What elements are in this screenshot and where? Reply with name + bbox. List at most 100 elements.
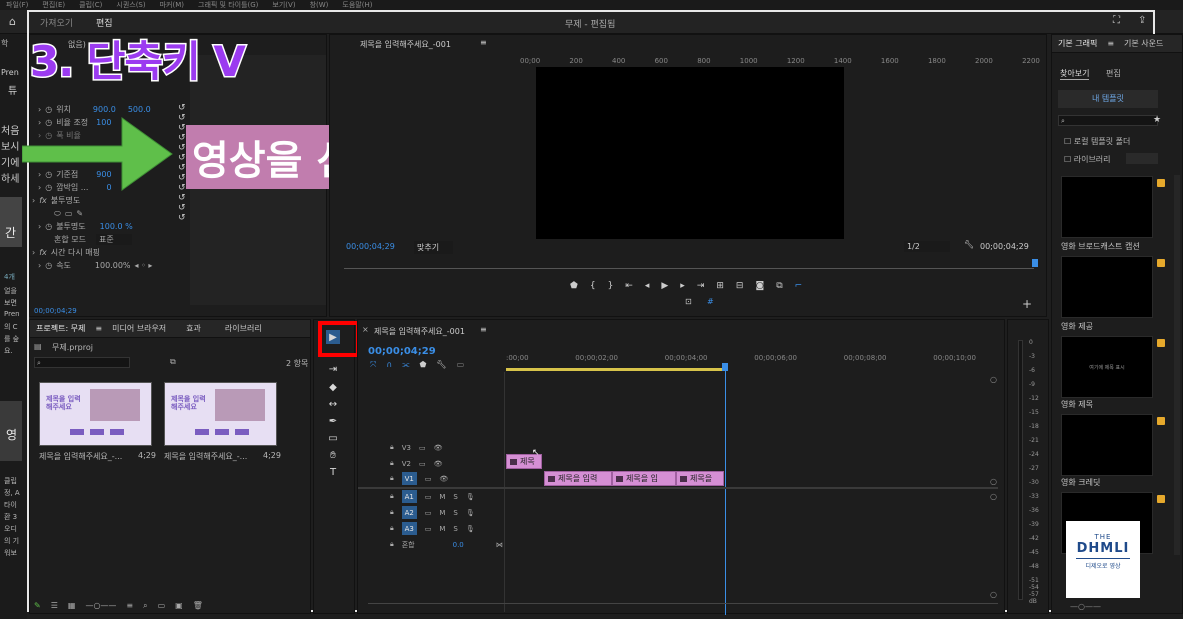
track-select-icon[interactable]: ⇥ — [326, 362, 340, 376]
tab-libraries[interactable]: 라이브러리 — [225, 323, 262, 334]
solo-button[interactable]: S — [453, 509, 457, 517]
close-tab-icon[interactable]: × — [362, 325, 369, 334]
new-bin-icon[interactable]: ▭ — [158, 601, 166, 611]
eye-icon[interactable]: 👁︎ — [434, 444, 443, 452]
tab-project[interactable]: 프로젝트: 무제 — [36, 323, 85, 334]
work-area-bar[interactable] — [506, 368, 724, 371]
v1-clip[interactable]: 제목을 입력 — [544, 471, 612, 486]
menu-item[interactable]: 창(W) — [310, 0, 329, 10]
vr-icon[interactable]: ⊡ — [685, 297, 692, 306]
menu-item[interactable]: 클립(C) — [79, 0, 102, 10]
project-thumbnail[interactable]: 제목을 입력해주세요 — [39, 382, 152, 446]
mark-in-icon[interactable]: { — [590, 281, 596, 291]
step-forward-icon[interactable]: ▸ — [680, 281, 685, 291]
wrench-icon[interactable]: 🔧︎ — [436, 360, 446, 370]
razor-tool-icon[interactable]: ◆ — [326, 380, 340, 394]
share-icon[interactable]: ⇪ — [1138, 15, 1146, 26]
tab-menu-icon[interactable]: ≡ — [480, 325, 487, 334]
lock-icon[interactable]: 🔒︎ — [390, 492, 394, 501]
project-search-input[interactable]: ⌕ — [34, 357, 130, 368]
pencil-icon[interactable]: ✎ — [34, 601, 41, 611]
lock-icon[interactable]: 🔒︎ — [390, 540, 394, 549]
step-back-icon[interactable]: ◂ — [645, 281, 650, 291]
sync-icon[interactable]: ▭ — [419, 444, 426, 452]
tab-menu-icon[interactable]: ≡ — [95, 324, 102, 333]
menu-item[interactable]: 마커(M) — [160, 0, 184, 10]
v1-clip[interactable]: 제목을 입 — [612, 471, 676, 486]
tile-size-slider[interactable]: —○—— — [1070, 602, 1101, 611]
lock-icon[interactable]: 🔒︎ — [390, 459, 394, 468]
template-thumbnail[interactable] — [1061, 176, 1153, 238]
snap-icon[interactable]: ∩ — [386, 360, 392, 370]
lock-icon[interactable]: 🔒︎ — [390, 443, 394, 452]
solo-button[interactable]: S — [453, 493, 457, 501]
lock-icon[interactable]: 🔒︎ — [390, 474, 394, 483]
opacity-value[interactable]: 100.0 % — [100, 222, 133, 231]
menu-item[interactable]: 도움말(H) — [342, 0, 372, 10]
sync-icon[interactable]: ▭ — [419, 460, 426, 468]
menu-item[interactable]: 보기(V) — [272, 0, 295, 10]
lock-icon[interactable]: 🔒︎ — [390, 524, 394, 533]
type-tool-icon[interactable]: T — [326, 465, 340, 479]
timeline-timecode[interactable]: 00;00;04;29 — [368, 346, 436, 357]
pen-mask-icon[interactable]: ✎ — [76, 209, 83, 218]
wrench-icon[interactable]: 🔧︎ — [964, 240, 974, 249]
library-dropdown[interactable] — [1126, 153, 1158, 164]
tab-essential-sound[interactable]: 기본 사운드 — [1124, 38, 1163, 49]
nest-icon[interactable]: ⤧ — [370, 360, 376, 370]
v1-target-button[interactable]: V1 — [401, 472, 417, 485]
add-button-icon[interactable]: + — [1022, 297, 1032, 311]
timeline-tab[interactable]: 제목을 입력해주세요_-001 — [374, 326, 465, 337]
menu-item[interactable]: 파일(F) — [6, 0, 28, 10]
camera-icon[interactable]: ◙ — [755, 281, 764, 291]
lock-icon[interactable]: 🔒︎ — [390, 508, 394, 517]
list-view-icon[interactable]: ☰ — [51, 601, 58, 611]
marker-icon[interactable]: ⬟ — [419, 360, 426, 370]
tab-media-browser[interactable]: 미디어 브라우저 — [112, 323, 166, 334]
mic-icon[interactable]: 🎙︎ — [466, 525, 475, 533]
scroll-handle[interactable]: ○ — [990, 477, 997, 486]
playhead-marker[interactable] — [1032, 259, 1038, 267]
grid-icon[interactable]: # — [707, 297, 714, 306]
play-icon[interactable]: ▶ — [661, 281, 668, 291]
hand-tool-icon[interactable]: ✋︎ — [326, 448, 340, 462]
mute-button[interactable]: M — [439, 493, 445, 501]
find-icon[interactable]: ⌕ — [143, 601, 147, 611]
go-out-icon[interactable]: ⇥ — [697, 281, 705, 291]
library-checkbox[interactable]: ☐ 라이브러리 — [1064, 154, 1111, 165]
reset-icon[interactable]: ↺ — [178, 213, 188, 223]
a1-target-button[interactable]: A1 — [401, 490, 417, 503]
ellipse-mask-icon[interactable]: ⬭ — [54, 209, 61, 219]
linked-icon[interactable]: ⫘ — [402, 360, 409, 370]
template-search-input[interactable]: ⌕ — [1058, 115, 1158, 126]
star-icon[interactable]: ★ — [1153, 115, 1161, 125]
sync-icon[interactable]: ▭ — [425, 509, 432, 517]
stopwatch-icon[interactable]: ◷ — [45, 222, 52, 231]
v1-clip[interactable]: 제목을 — [676, 471, 724, 486]
mic-icon[interactable]: 🎙︎ — [466, 493, 475, 501]
caption-icon[interactable]: ▭ — [457, 360, 465, 370]
mic-icon[interactable]: 🎙︎ — [466, 509, 475, 517]
sync-icon[interactable]: ▭ — [425, 475, 432, 483]
crop-icon[interactable]: ⌐ — [795, 281, 803, 291]
my-templates-dropdown[interactable]: 내 템플릿 — [1058, 90, 1158, 108]
program-tab[interactable]: 제목을 입력해주세요_-001 — [360, 39, 451, 50]
zoom-dropdown[interactable]: 맞추기 — [414, 241, 454, 254]
menu-item[interactable]: 시퀀스(S) — [116, 0, 145, 10]
zoom-slider[interactable]: —○—— — [85, 601, 116, 611]
tab-menu-icon[interactable]: ≡ — [480, 38, 487, 47]
a2-target-button[interactable]: A2 — [401, 506, 417, 519]
solo-button[interactable]: S — [453, 525, 457, 533]
speed-value[interactable]: 100.00% — [95, 261, 131, 270]
scroll-handle[interactable]: ○ — [990, 375, 997, 384]
tab-effects[interactable]: 효과 — [186, 323, 201, 334]
menu-item[interactable]: 그래픽 및 타이틀(G) — [198, 0, 258, 10]
scroll-handle[interactable]: ○ — [990, 590, 997, 599]
a3-target-button[interactable]: A3 — [401, 522, 417, 535]
new-item-icon[interactable]: ▣ — [175, 601, 183, 611]
sync-icon[interactable]: ▭ — [425, 493, 432, 501]
rectangle-tool-icon[interactable]: ▭ — [326, 431, 340, 445]
quality-dropdown[interactable]: 1/2 — [904, 241, 950, 252]
sync-icon[interactable]: ▭ — [425, 525, 432, 533]
marker-icon[interactable]: ⬟ — [570, 281, 578, 291]
